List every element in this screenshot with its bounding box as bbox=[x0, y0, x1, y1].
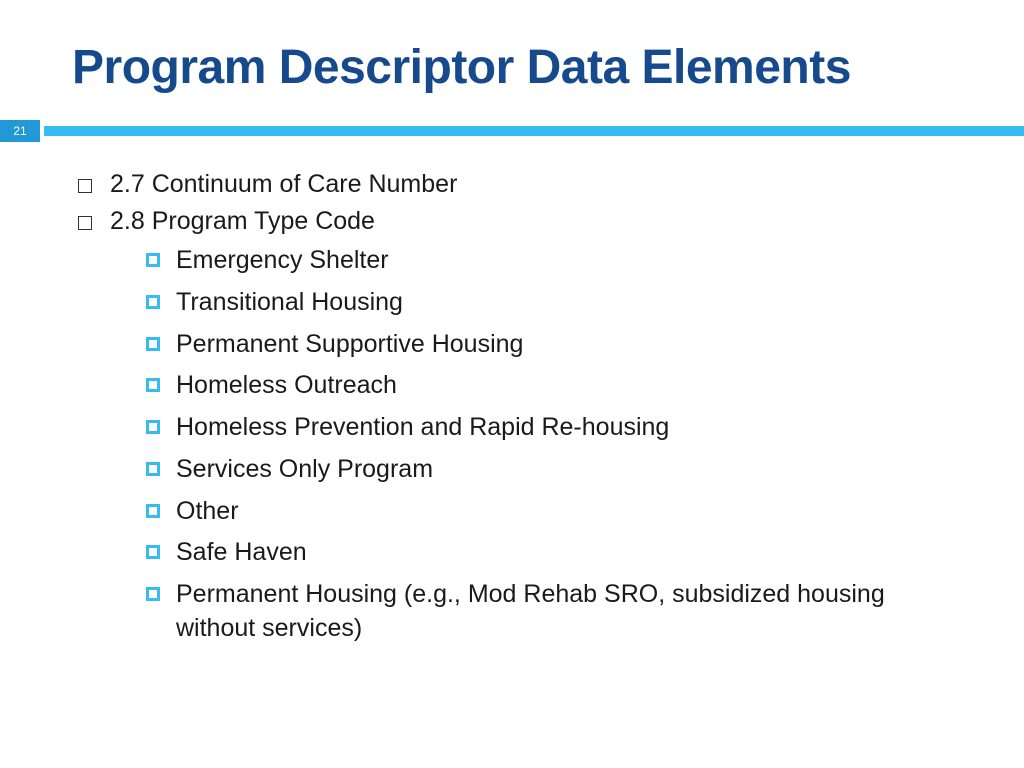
list-item: 2.8 Program Type Code bbox=[78, 207, 964, 236]
square-outline-bullet-icon bbox=[146, 253, 160, 267]
divider-bar: 21 bbox=[0, 120, 1024, 142]
sub-list-item: Other bbox=[146, 495, 964, 529]
sub-list-item-text: Transitional Housing bbox=[176, 286, 403, 320]
square-outline-bullet-icon bbox=[146, 462, 160, 476]
top-level-list: 2.7 Continuum of Care Number 2.8 Program… bbox=[78, 170, 964, 236]
page-number-badge: 21 bbox=[0, 120, 40, 142]
square-bullet-icon bbox=[78, 216, 92, 230]
slide-container: Program Descriptor Data Elements 21 2.7 … bbox=[0, 0, 1024, 768]
sub-list-item-text: Emergency Shelter bbox=[176, 244, 389, 278]
square-outline-bullet-icon bbox=[146, 337, 160, 351]
sub-list-item: Emergency Shelter bbox=[146, 244, 964, 278]
sub-list-item-text: Safe Haven bbox=[176, 536, 307, 570]
sublist-wrapper: Emergency Shelter Transitional Housing P… bbox=[78, 244, 964, 646]
sub-list-item: Services Only Program bbox=[146, 453, 964, 487]
sub-list-item: Permanent Supportive Housing bbox=[146, 328, 964, 362]
list-item-text: 2.7 Continuum of Care Number bbox=[110, 170, 964, 199]
square-outline-bullet-icon bbox=[146, 504, 160, 518]
sub-list-item-text: Homeless Outreach bbox=[176, 369, 397, 403]
square-bullet-icon bbox=[78, 179, 92, 193]
square-outline-bullet-icon bbox=[146, 587, 160, 601]
square-outline-bullet-icon bbox=[146, 295, 160, 309]
divider-line bbox=[44, 126, 1024, 136]
sub-list-item-text: Other bbox=[176, 495, 239, 529]
sub-list-item: Safe Haven bbox=[146, 536, 964, 570]
slide-title: Program Descriptor Data Elements bbox=[0, 0, 1024, 120]
sub-list-item-text: Permanent Supportive Housing bbox=[176, 328, 523, 362]
sub-level-list: Emergency Shelter Transitional Housing P… bbox=[146, 244, 964, 646]
square-outline-bullet-icon bbox=[146, 378, 160, 392]
content-area: 2.7 Continuum of Care Number 2.8 Program… bbox=[0, 142, 1024, 646]
sub-list-item: Transitional Housing bbox=[146, 286, 964, 320]
sub-list-item-text: Permanent Housing (e.g., Mod Rehab SRO, … bbox=[176, 578, 964, 646]
sub-list-item: Homeless Prevention and Rapid Re-housing bbox=[146, 411, 964, 445]
square-outline-bullet-icon bbox=[146, 420, 160, 434]
square-outline-bullet-icon bbox=[146, 545, 160, 559]
sub-list-item-text: Services Only Program bbox=[176, 453, 433, 487]
sub-list-item: Permanent Housing (e.g., Mod Rehab SRO, … bbox=[146, 578, 964, 646]
list-item: 2.7 Continuum of Care Number bbox=[78, 170, 964, 199]
sub-list-item: Homeless Outreach bbox=[146, 369, 964, 403]
sub-list-item-text: Homeless Prevention and Rapid Re-housing bbox=[176, 411, 669, 445]
list-item-text: 2.8 Program Type Code bbox=[110, 207, 964, 236]
